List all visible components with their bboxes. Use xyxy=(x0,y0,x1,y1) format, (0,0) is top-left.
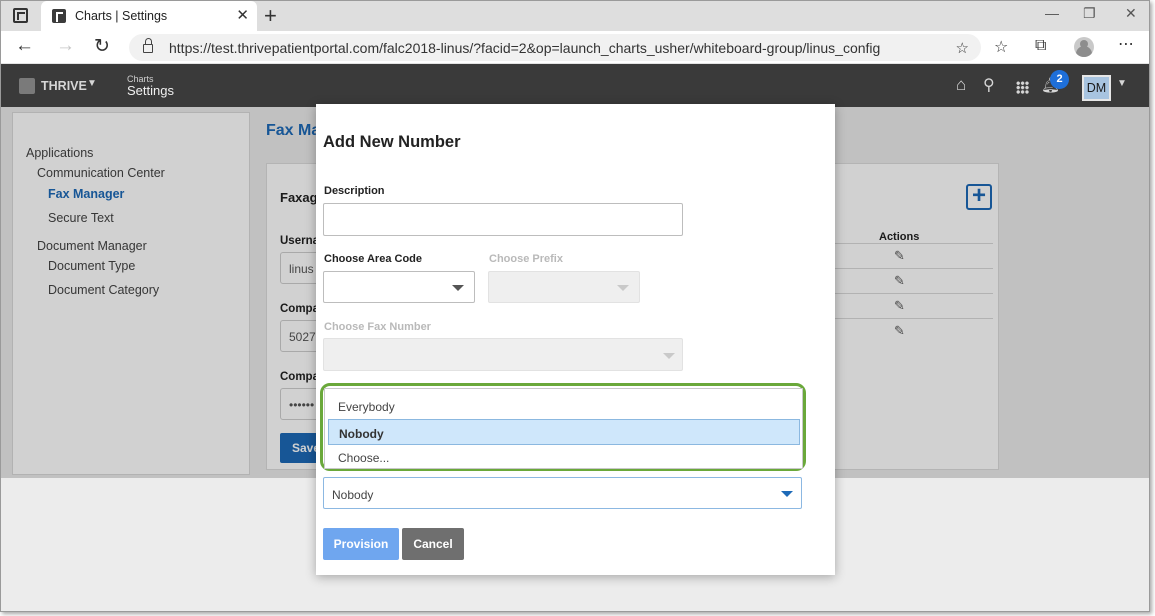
url-text: https://test.thrivepatientportal.com/fal… xyxy=(169,40,881,56)
brand-menu-chevron-icon[interactable]: ▼ xyxy=(87,78,97,89)
collections-icon[interactable]: ⧉ xyxy=(1035,37,1046,55)
chevron-down-icon xyxy=(781,491,793,497)
cancel-button[interactable]: Cancel xyxy=(402,528,464,560)
tab-close-icon[interactable]: ✕ xyxy=(236,6,249,24)
apps-grid-icon[interactable] xyxy=(1016,81,1029,94)
add-number-modal: Add New Number Description Choose Area C… xyxy=(316,104,835,575)
prefix-select[interactable] xyxy=(488,271,640,303)
brand-name[interactable]: THRIVE xyxy=(41,79,87,93)
search-icon[interactable]: ⚲ xyxy=(983,75,995,95)
section-title: Settings xyxy=(127,83,174,98)
window-menu-icon[interactable] xyxy=(13,8,28,23)
forward-icon[interactable]: → xyxy=(56,35,75,57)
new-tab-icon[interactable]: + xyxy=(264,3,277,29)
thrive-logo-icon xyxy=(19,78,35,94)
restore-icon[interactable]: ❐ xyxy=(1083,5,1096,22)
url-field[interactable]: https://test.thrivepatientportal.com/fal… xyxy=(129,34,981,61)
profile-icon[interactable] xyxy=(1074,37,1094,57)
user-menu-chevron-icon[interactable]: ▼ xyxy=(1117,78,1127,89)
tab-title: Charts | Settings xyxy=(75,9,168,23)
area-code-select[interactable] xyxy=(323,271,475,303)
browser-window: Charts | Settings ✕ + — ❐ ✕ ← → ↻ https:… xyxy=(0,0,1150,612)
home-icon[interactable]: ⌂ xyxy=(956,75,966,95)
visibility-selected-value: Nobody xyxy=(332,488,374,502)
user-avatar[interactable]: DM xyxy=(1082,75,1111,101)
modal-title: Add New Number xyxy=(323,133,461,151)
option-everybody[interactable]: Everybody xyxy=(328,393,800,419)
lock-icon xyxy=(143,38,153,53)
fax-number-label: Choose Fax Number xyxy=(324,321,431,333)
chevron-down-icon xyxy=(452,285,464,291)
prefix-label: Choose Prefix xyxy=(489,253,563,265)
fax-number-select[interactable] xyxy=(323,338,683,371)
add-favorite-icon[interactable]: ☆ xyxy=(956,39,969,57)
visibility-options-list: Everybody Nobody Choose... xyxy=(324,388,803,469)
app-header: THRIVE ▼ Charts Settings ⌂ ⚲ 🔔︎ 2 ▼ xyxy=(1,64,1149,107)
provision-button[interactable]: Provision xyxy=(323,528,399,560)
area-code-label: Choose Area Code xyxy=(324,253,423,265)
back-icon[interactable]: ← xyxy=(15,35,34,57)
minimize-icon[interactable]: — xyxy=(1045,5,1059,21)
more-options-icon[interactable]: ⋯ xyxy=(1118,34,1134,54)
chevron-down-icon xyxy=(617,285,629,291)
site-favicon-icon xyxy=(52,9,66,23)
visibility-select[interactable]: Nobody xyxy=(323,477,802,509)
description-label: Description xyxy=(324,185,385,197)
option-choose[interactable]: Choose... xyxy=(328,446,800,472)
favorites-icon[interactable]: ☆ xyxy=(994,37,1008,57)
notification-badge: 2 xyxy=(1050,70,1069,89)
browser-tab[interactable]: Charts | Settings ✕ xyxy=(41,1,257,31)
option-nobody[interactable]: Nobody xyxy=(328,419,800,445)
tab-strip: Charts | Settings ✕ + — ❐ ✕ xyxy=(1,1,1149,31)
chevron-down-icon xyxy=(663,353,675,359)
refresh-icon[interactable]: ↻ xyxy=(94,35,110,58)
address-bar-row: ← → ↻ https://test.thrivepatientportal.c… xyxy=(1,31,1149,64)
close-window-icon[interactable]: ✕ xyxy=(1125,5,1137,22)
description-input[interactable] xyxy=(323,203,683,236)
